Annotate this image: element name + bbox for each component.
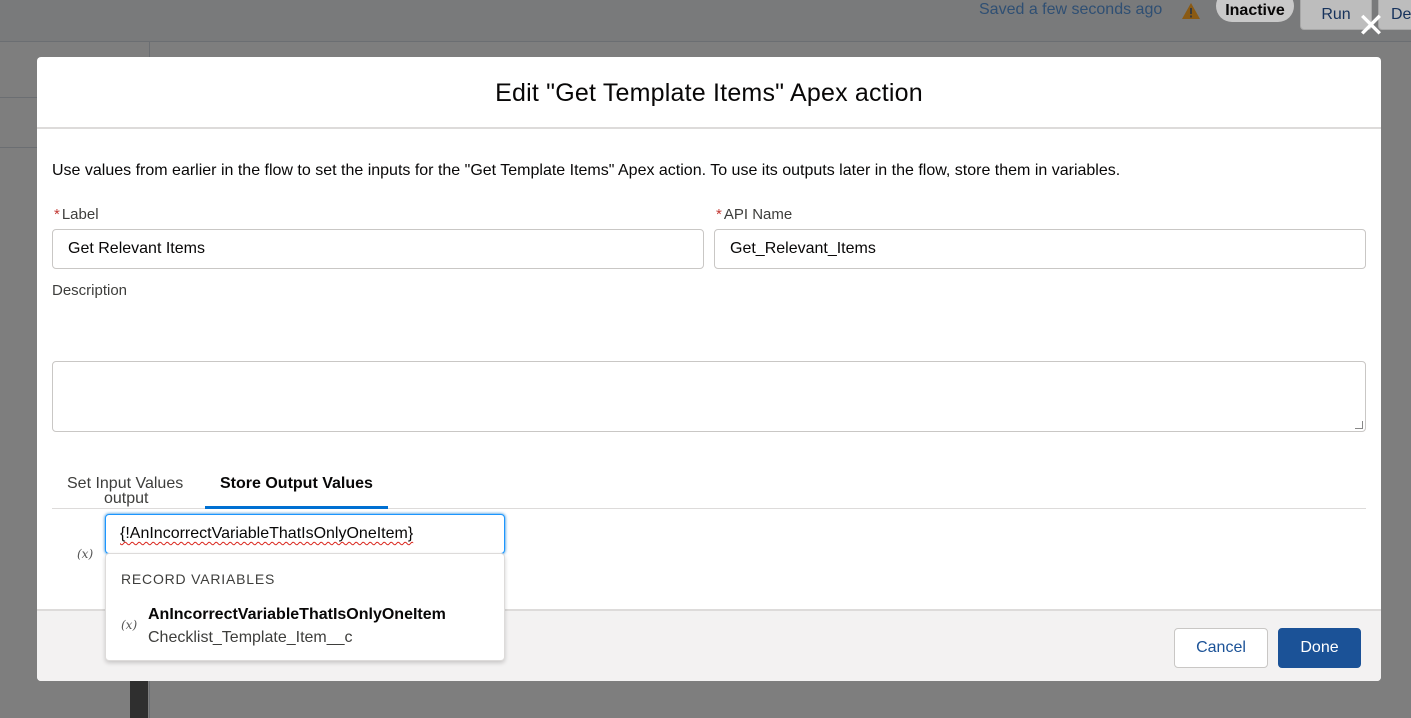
option-type: Checklist_Template_Item__c	[148, 629, 353, 646]
variable-dropdown: RECORD VARIABLES (x) AnIncorrectVariable…	[105, 553, 505, 661]
tab-store-output-values[interactable]: Store Output Values	[205, 462, 388, 509]
tab-bar: Set Input Values Store Output Values	[52, 462, 1366, 509]
variable-icon: (x)	[77, 547, 94, 561]
api-name-input[interactable]: Get_Relevant_Items	[714, 229, 1366, 269]
description-field-label: Description	[52, 282, 128, 299]
label-field-label-text: Label	[61, 206, 99, 223]
dropdown-heading: RECORD VARIABLES	[121, 571, 276, 587]
variable-icon: (x)	[121, 618, 138, 632]
done-button[interactable]: Done	[1278, 628, 1361, 668]
required-marker: *	[716, 206, 722, 223]
dropdown-option[interactable]: (x) AnIncorrectVariableThatIsOnlyOneItem…	[106, 598, 504, 658]
intro-text: Use values from earlier in the flow to s…	[52, 162, 1121, 179]
api-name-field-label-text: API Name	[723, 206, 793, 223]
warning-icon	[1182, 3, 1200, 19]
option-name: AnIncorrectVariableThatIsOnlyOneItem	[148, 606, 446, 623]
close-icon[interactable]: ✕	[1356, 9, 1386, 43]
description-textarea[interactable]	[52, 361, 1366, 432]
required-marker: *	[54, 206, 60, 223]
status-badge: Inactive	[1216, 0, 1294, 22]
output-label: output	[104, 490, 149, 507]
label-field-label: * Label	[54, 206, 99, 223]
output-value: {!AnIncorrectVariableThatIsOnlyOneItem}	[120, 525, 414, 542]
modal-title: Edit "Get Template Items" Apex action	[495, 79, 923, 107]
cancel-button[interactable]: Cancel	[1174, 628, 1268, 668]
output-combobox[interactable]: {!AnIncorrectVariableThatIsOnlyOneItem}	[105, 514, 505, 554]
api-name-field-label: * API Name	[716, 206, 792, 223]
label-input[interactable]: Get Relevant Items	[52, 229, 704, 269]
saved-status: Saved a few seconds ago	[979, 1, 1163, 18]
resize-handle[interactable]	[1355, 421, 1363, 429]
modal-header: Edit "Get Template Items" Apex action	[37, 57, 1381, 129]
